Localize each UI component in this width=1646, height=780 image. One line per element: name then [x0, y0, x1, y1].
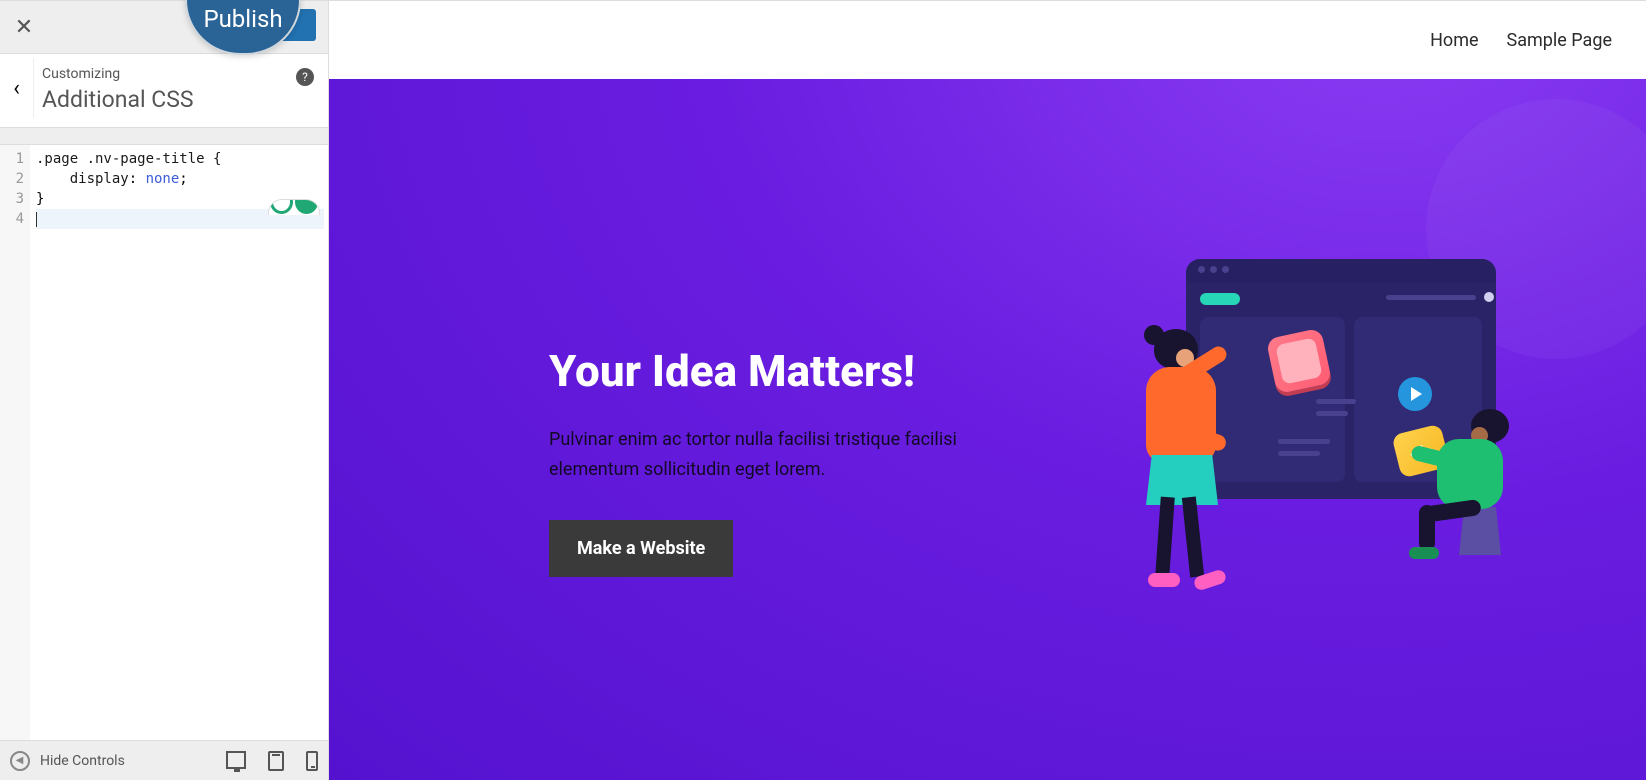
- nav-link-home[interactable]: Home: [1430, 30, 1478, 51]
- customizer-footer: ◀ Hide Controls: [0, 740, 328, 780]
- hide-controls-button[interactable]: ◀ Hide Controls: [10, 751, 125, 771]
- publish-button-label: Publish: [203, 5, 282, 33]
- customizer-panel: ✕ Publish ‹ Customizing Additional CSS ?…: [0, 1, 329, 780]
- code-token: none: [146, 171, 180, 187]
- line-number: 1: [0, 149, 24, 169]
- hide-controls-label: Hide Controls: [40, 753, 125, 769]
- device-tablet-icon[interactable]: [268, 751, 284, 771]
- code-area[interactable]: .page .nv-page-title { display: none; }: [30, 145, 328, 740]
- section-eyebrow: Customizing: [42, 66, 312, 82]
- code-token: .page .nv-page-title {: [36, 151, 221, 167]
- device-mobile-icon[interactable]: [306, 751, 318, 771]
- css-editor[interactable]: 1 2 3 4 .page .nv-page-title { display: …: [0, 144, 328, 740]
- device-desktop-icon[interactable]: [226, 751, 246, 769]
- close-customizer-button[interactable]: ✕: [0, 1, 48, 53]
- text-cursor: [36, 212, 37, 227]
- hero-title: Your Idea Matters!: [549, 346, 1029, 397]
- code-token: display: [36, 171, 129, 187]
- section-title: Additional CSS: [42, 86, 312, 113]
- site-preview: Home Sample Page Your Idea Matters! Pulv…: [329, 1, 1646, 780]
- hero-illustration: </>: [1136, 259, 1556, 619]
- hero-section: Your Idea Matters! Pulvinar enim ac tort…: [329, 79, 1646, 780]
- line-number: 3: [0, 189, 24, 209]
- publish-button[interactable]: Publish: [185, 0, 301, 55]
- close-icon: ✕: [15, 15, 33, 40]
- play-icon: [1398, 377, 1432, 411]
- customizer-top-bar: ✕ Publish: [0, 1, 328, 53]
- code-token: :: [129, 171, 146, 187]
- code-token: ;: [179, 171, 187, 187]
- back-button[interactable]: ‹: [0, 58, 34, 118]
- section-header: ‹ Customizing Additional CSS ?: [0, 53, 328, 128]
- line-number-gutter: 1 2 3 4: [0, 145, 30, 740]
- line-number: 4: [0, 209, 24, 229]
- help-button[interactable]: ?: [296, 68, 314, 86]
- hero-cta-button[interactable]: Make a Website: [549, 520, 733, 577]
- illus-person-sitting: [1411, 409, 1531, 599]
- chevron-left-icon: ‹: [13, 76, 20, 101]
- line-number: 2: [0, 169, 24, 189]
- editor-badge[interactable]: [268, 199, 320, 215]
- hero-subtitle: Pulvinar enim ac tortor nulla facilisi t…: [549, 425, 1029, 486]
- illus-person-standing: [1136, 329, 1246, 579]
- help-icon: ?: [302, 70, 308, 84]
- site-nav: Home Sample Page: [329, 1, 1646, 79]
- collapse-left-icon: ◀: [10, 751, 30, 771]
- nav-link-sample-page[interactable]: Sample Page: [1507, 30, 1612, 51]
- image-thumb-icon: [1266, 328, 1332, 394]
- code-token: }: [36, 191, 44, 207]
